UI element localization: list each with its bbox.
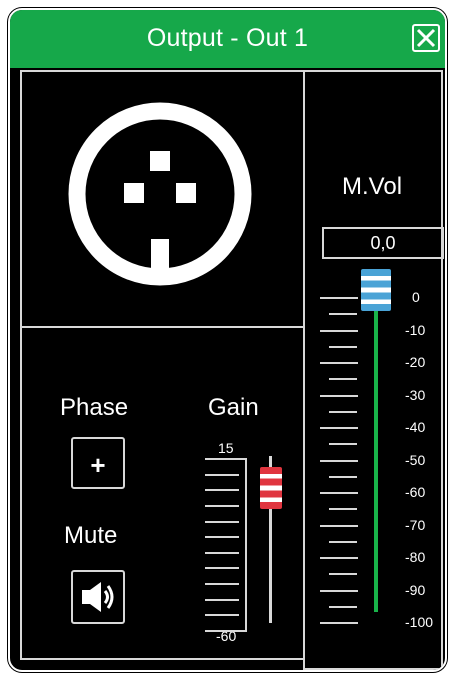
master-volume-scale-tick — [320, 394, 358, 397]
gain-scale-max: 15 — [218, 440, 234, 456]
gain-scale-tick — [205, 583, 239, 586]
master-volume-panel: M.Vol 0,0 0 -10 -20 -30 -40 -50 -60 -70 -80 -90 -1… — [303, 70, 444, 670]
master-volume-scale-tick — [320, 589, 358, 592]
gain-scale-tick — [205, 598, 239, 601]
master-volume-scale-tick — [320, 524, 358, 527]
master-volume-scale-tick — [320, 492, 358, 494]
master-volume-scale-minor-tick — [329, 313, 357, 316]
gain-label: Gain — [208, 394, 259, 421]
master-volume-scale-label: -80 — [405, 549, 426, 565]
master-volume-scale-minor-tick — [329, 378, 357, 381]
master-volume-scale-tick — [320, 427, 358, 429]
gain-scale-tick — [205, 614, 239, 617]
window-title: Output - Out 1 — [146, 24, 309, 52]
master-volume-scale-label: 0 — [412, 289, 420, 305]
master-volume-scale-minor-tick — [329, 345, 357, 348]
gain-scale-tick — [205, 630, 245, 632]
master-volume-scale-minor-tick — [329, 508, 357, 511]
gain-scale-tick — [205, 504, 239, 507]
master-volume-scale-tick — [320, 329, 358, 332]
phase-label: Phase — [60, 394, 129, 421]
master-volume-scale-label: -60 — [405, 484, 426, 500]
master-volume-scale-tick — [320, 362, 358, 364]
output-dialog: Output - Out 1 Phase + Mute Gain 15 -60 … — [8, 8, 447, 672]
master-volume-track[interactable] — [374, 292, 378, 612]
master-volume-scale-label: -50 — [405, 451, 426, 468]
master-volume-scale-tick — [320, 557, 358, 559]
gain-scale-tick — [205, 567, 239, 570]
master-volume-scale-minor-tick — [329, 475, 357, 478]
master-volume-scale-label: -70 — [405, 516, 426, 533]
phase-button[interactable]: + — [71, 437, 125, 489]
master-volume-scale-minor-tick — [329, 410, 357, 413]
master-volume-scale-tick — [320, 297, 358, 299]
master-volume-scale-minor-tick — [329, 605, 357, 608]
gain-scale-tick — [205, 520, 239, 523]
gain-scale-tick — [205, 489, 239, 492]
xlr-output-connector-icon — [68, 102, 252, 286]
controls-panel: Phase + Mute Gain 15 -60 — [20, 326, 305, 660]
close-icon — [416, 28, 436, 48]
gain-scale-tick — [205, 536, 239, 539]
master-volume-label: M.Vol — [342, 173, 403, 200]
gain-scale-spine — [245, 458, 247, 632]
master-volume-scale-label: -30 — [405, 386, 426, 403]
gain-scale-tick — [205, 551, 239, 554]
master-volume-scale-minor-tick — [329, 443, 357, 446]
gain-scale-tick — [205, 473, 239, 476]
mute-button[interactable] — [71, 570, 125, 624]
speaker-icon — [82, 582, 114, 612]
gain-scale-tick — [205, 458, 245, 460]
phase-button-label: + — [90, 450, 106, 480]
master-volume-scale-label: -40 — [405, 419, 426, 435]
gain-slider-handle[interactable] — [260, 467, 282, 509]
master-volume-scale-tick — [320, 622, 358, 624]
master-volume-scale-tick — [320, 459, 358, 462]
mute-label: Mute — [64, 522, 118, 549]
master-volume-scale-label: -100 — [405, 614, 434, 630]
close-button[interactable] — [412, 24, 440, 52]
master-volume-scale-minor-tick — [329, 573, 357, 576]
master-volume-scale-label: -20 — [405, 354, 426, 370]
master-volume-scale-label: -90 — [405, 581, 426, 598]
master-volume-handle[interactable] — [361, 269, 391, 311]
title-bar: Output - Out 1 — [10, 10, 445, 68]
master-volume-scale-label: -10 — [405, 321, 426, 338]
master-volume-value[interactable]: 0,0 — [322, 227, 444, 259]
connector-panel — [20, 70, 305, 328]
master-volume-scale-minor-tick — [329, 540, 357, 543]
